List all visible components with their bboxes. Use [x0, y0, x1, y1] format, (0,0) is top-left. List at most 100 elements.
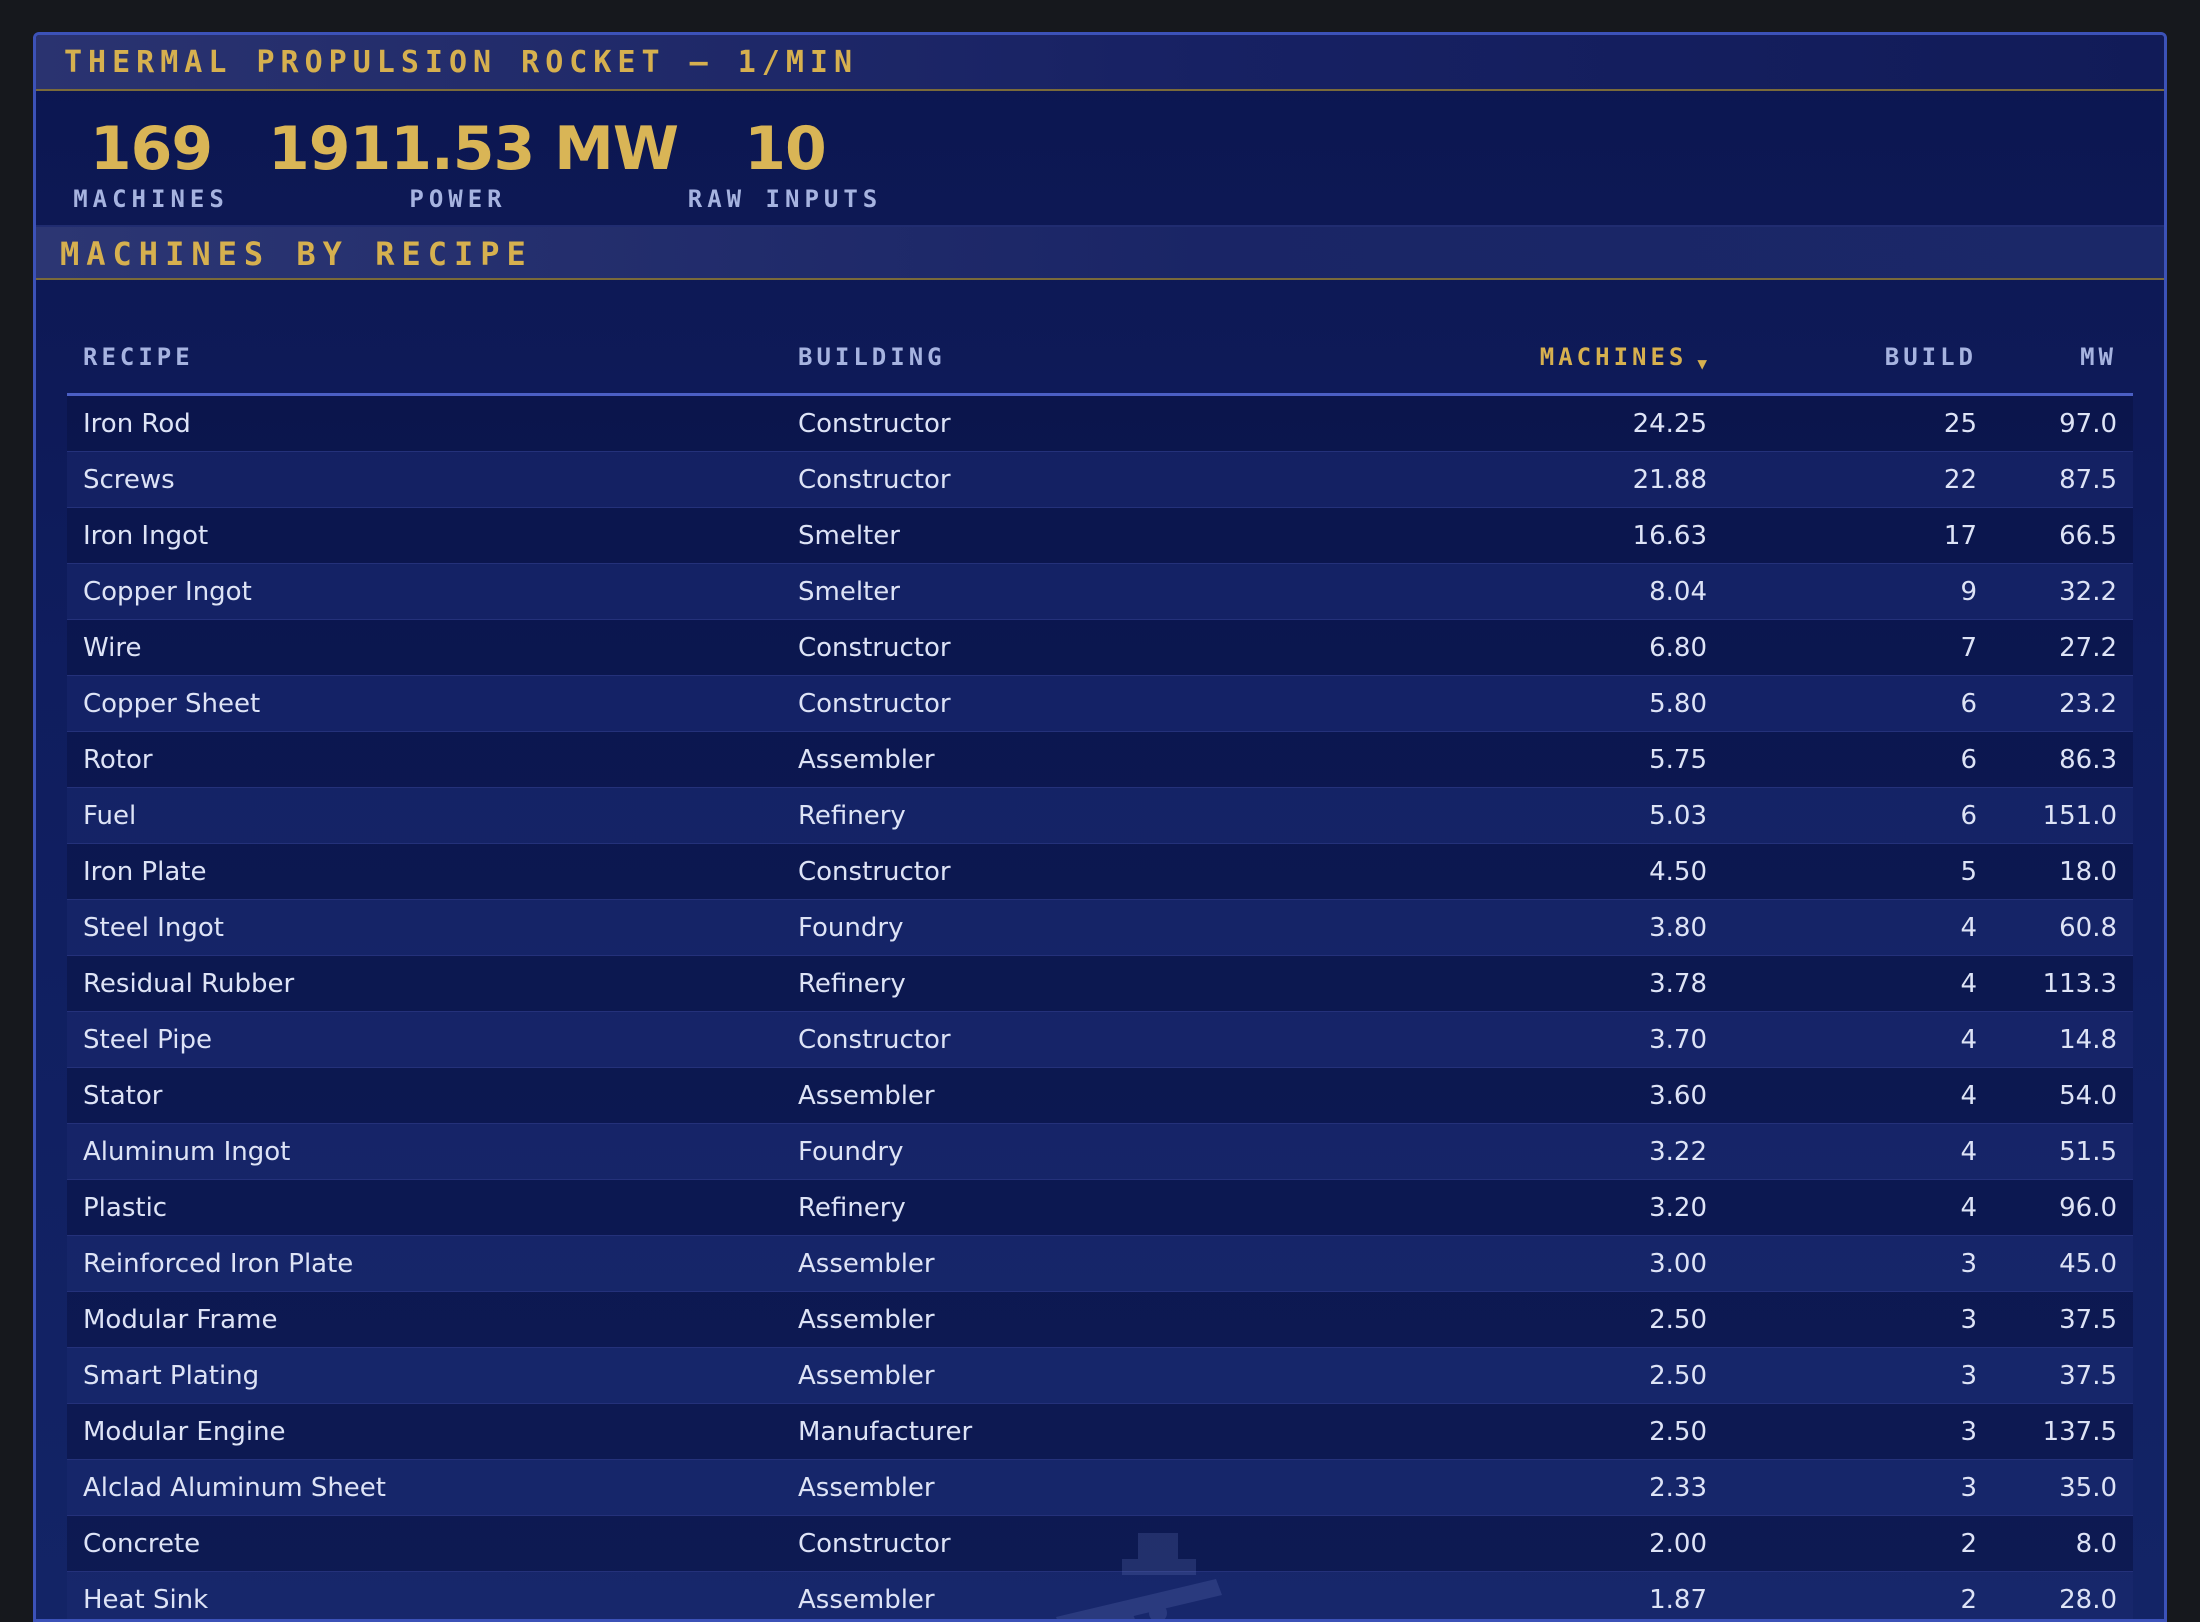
- build-cell: 3: [1723, 1236, 1993, 1292]
- build-cell: 3: [1723, 1404, 1993, 1460]
- recipe-cell: Heat Sink: [67, 1572, 782, 1622]
- machines-cell: 3.78: [1262, 956, 1723, 1012]
- recipe-cell: Alclad Aluminum Sheet: [67, 1460, 782, 1516]
- mw-cell: 137.5: [1993, 1404, 2133, 1460]
- recipe-cell: Smart Plating: [67, 1348, 782, 1404]
- build-cell: 6: [1723, 732, 1993, 788]
- build-cell: 3: [1723, 1292, 1993, 1348]
- machines-cell: 2.00: [1262, 1516, 1723, 1572]
- mw-cell: 35.0: [1993, 1460, 2133, 1516]
- recipe-cell: Modular Engine: [67, 1404, 782, 1460]
- recipe-cell: Modular Frame: [67, 1292, 782, 1348]
- table-row[interactable]: Residual RubberRefinery3.784113.3: [67, 956, 2133, 1012]
- column-header-machines[interactable]: MACHINES▼: [1262, 321, 1723, 395]
- mw-cell: 60.8: [1993, 900, 2133, 956]
- building-cell: Foundry: [782, 1124, 1262, 1180]
- machines-cell: 2.50: [1262, 1348, 1723, 1404]
- column-header-building[interactable]: BUILDING: [782, 321, 1262, 395]
- column-header-mw[interactable]: MW: [1993, 321, 2133, 395]
- building-cell: Refinery: [782, 956, 1262, 1012]
- table-row[interactable]: Modular EngineManufacturer2.503137.5: [67, 1404, 2133, 1460]
- building-cell: Assembler: [782, 1292, 1262, 1348]
- column-header-recipe[interactable]: RECIPE: [67, 321, 782, 395]
- table-row[interactable]: Reinforced Iron PlateAssembler3.00345.0: [67, 1236, 2133, 1292]
- table-row[interactable]: Steel PipeConstructor3.70414.8: [67, 1012, 2133, 1068]
- recipe-cell: Stator: [67, 1068, 782, 1124]
- machines-cell: 2.50: [1262, 1404, 1723, 1460]
- recipe-table-container: RECIPE BUILDING MACHINES▼ BUILD MW Iron …: [67, 321, 2133, 1622]
- mw-cell: 8.0: [1993, 1516, 2133, 1572]
- building-cell: Assembler: [782, 732, 1262, 788]
- mw-cell: 97.0: [1993, 395, 2133, 452]
- sort-descending-icon: ▼: [1697, 354, 1707, 373]
- table-row[interactable]: Alclad Aluminum SheetAssembler2.33335.0: [67, 1460, 2133, 1516]
- recipe-cell: Steel Pipe: [67, 1012, 782, 1068]
- recipe-cell: Copper Sheet: [67, 676, 782, 732]
- table-row[interactable]: Iron RodConstructor24.252597.0: [67, 395, 2133, 452]
- table-row[interactable]: Iron PlateConstructor4.50518.0: [67, 844, 2133, 900]
- building-cell: Constructor: [782, 844, 1262, 900]
- recipe-cell: Screws: [67, 452, 782, 508]
- mw-cell: 32.2: [1993, 564, 2133, 620]
- machines-cell: 3.70: [1262, 1012, 1723, 1068]
- building-cell: Constructor: [782, 676, 1262, 732]
- table-row[interactable]: ScrewsConstructor21.882287.5: [67, 452, 2133, 508]
- recipe-cell: Residual Rubber: [67, 956, 782, 1012]
- mw-cell: 37.5: [1993, 1348, 2133, 1404]
- section-title: MACHINES BY RECIPE: [60, 235, 533, 273]
- build-cell: 4: [1723, 900, 1993, 956]
- recipe-cell: Steel Ingot: [67, 900, 782, 956]
- machines-cell: 5.03: [1262, 788, 1723, 844]
- recipe-cell: Iron Plate: [67, 844, 782, 900]
- recipe-cell: Iron Rod: [67, 395, 782, 452]
- recipe-cell: Iron Ingot: [67, 508, 782, 564]
- building-cell: Assembler: [782, 1236, 1262, 1292]
- build-cell: 6: [1723, 788, 1993, 844]
- power-label: POWER: [268, 185, 648, 213]
- recipe-cell: Reinforced Iron Plate: [67, 1236, 782, 1292]
- machines-cell: 6.80: [1262, 620, 1723, 676]
- table-row[interactable]: Aluminum IngotFoundry3.22451.5: [67, 1124, 2133, 1180]
- table-row[interactable]: RotorAssembler5.75686.3: [67, 732, 2133, 788]
- build-cell: 3: [1723, 1348, 1993, 1404]
- table-row[interactable]: Copper IngotSmelter8.04932.2: [67, 564, 2133, 620]
- mw-cell: 45.0: [1993, 1236, 2133, 1292]
- building-cell: Manufacturer: [782, 1404, 1262, 1460]
- build-cell: 25: [1723, 395, 1993, 452]
- table-row[interactable]: FuelRefinery5.036151.0: [67, 788, 2133, 844]
- build-cell: 22: [1723, 452, 1993, 508]
- building-cell: Assembler: [782, 1460, 1262, 1516]
- table-row[interactable]: PlasticRefinery3.20496.0: [67, 1180, 2133, 1236]
- table-row[interactable]: StatorAssembler3.60454.0: [67, 1068, 2133, 1124]
- mw-cell: 14.8: [1993, 1012, 2133, 1068]
- mw-cell: 87.5: [1993, 452, 2133, 508]
- building-cell: Assembler: [782, 1068, 1262, 1124]
- build-cell: 4: [1723, 1012, 1993, 1068]
- table-row[interactable]: Steel IngotFoundry3.80460.8: [67, 900, 2133, 956]
- build-cell: 4: [1723, 1068, 1993, 1124]
- mw-cell: 54.0: [1993, 1068, 2133, 1124]
- section-header-machines-by-recipe: MACHINES BY RECIPE: [36, 225, 2164, 280]
- building-cell: Assembler: [782, 1348, 1262, 1404]
- table-row[interactable]: WireConstructor6.80727.2: [67, 620, 2133, 676]
- stat-machines: 169 MACHINES: [68, 113, 234, 213]
- table-row[interactable]: Iron IngotSmelter16.631766.5: [67, 508, 2133, 564]
- raw-inputs-label: RAW INPUTS: [660, 185, 910, 213]
- build-cell: 4: [1723, 956, 1993, 1012]
- building-cell: Constructor: [782, 395, 1262, 452]
- machines-cell: 2.50: [1262, 1292, 1723, 1348]
- table-row[interactable]: Copper SheetConstructor5.80623.2: [67, 676, 2133, 732]
- build-cell: 3: [1723, 1460, 1993, 1516]
- column-header-build[interactable]: BUILD: [1723, 321, 1993, 395]
- building-cell: Constructor: [782, 620, 1262, 676]
- machines-count: 169: [68, 113, 234, 185]
- machines-cell: 8.04: [1262, 564, 1723, 620]
- machines-cell: 3.80: [1262, 900, 1723, 956]
- machines-cell: 5.75: [1262, 732, 1723, 788]
- building-cell: Constructor: [782, 1012, 1262, 1068]
- machines-cell: 3.20: [1262, 1180, 1723, 1236]
- table-row[interactable]: Smart PlatingAssembler2.50337.5: [67, 1348, 2133, 1404]
- table-row[interactable]: Modular FrameAssembler2.50337.5: [67, 1292, 2133, 1348]
- building-cell: Refinery: [782, 1180, 1262, 1236]
- building-cell: Refinery: [782, 788, 1262, 844]
